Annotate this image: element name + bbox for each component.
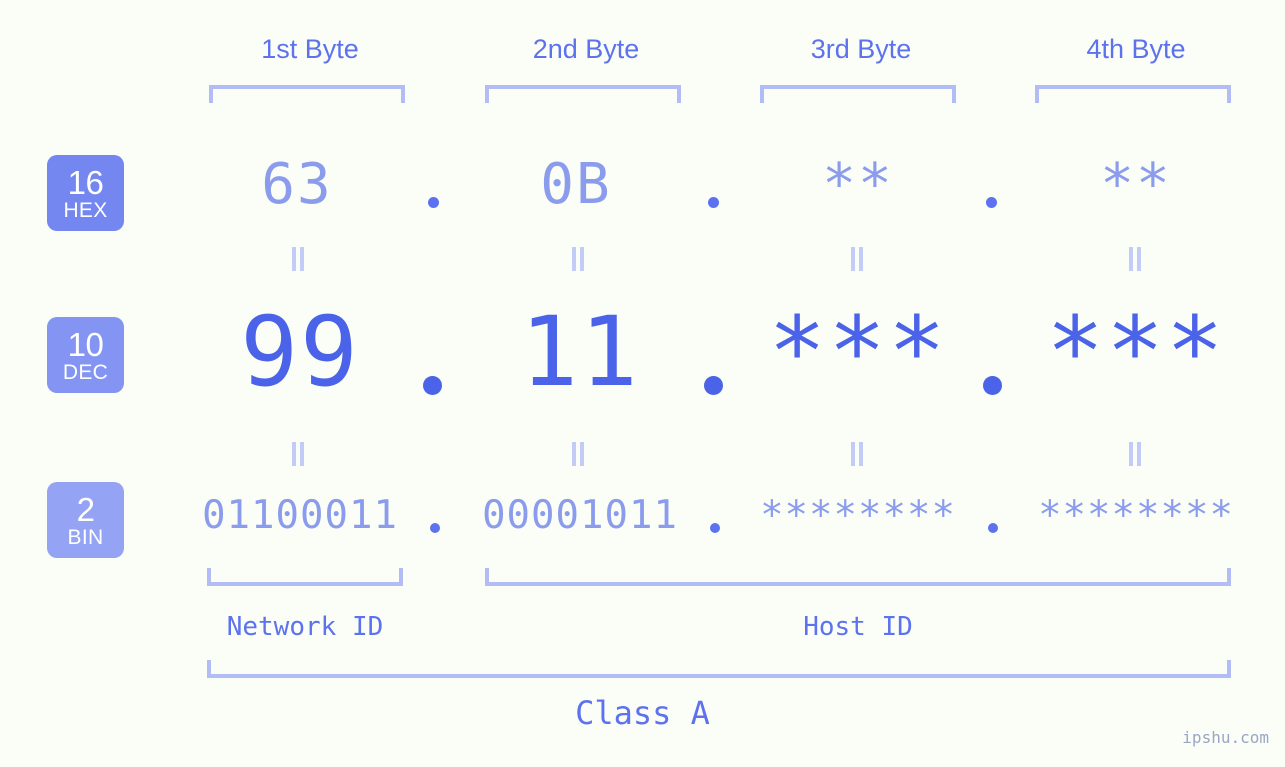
dec-dot-2 — [704, 376, 723, 395]
hex-dot-2 — [708, 197, 719, 208]
hex-dot-3 — [986, 197, 997, 208]
base-badge-dec-number: 10 — [67, 325, 104, 363]
base-badge-bin-abbr: BIN — [67, 525, 104, 549]
dec-byte-3: *** — [768, 296, 948, 408]
ip-address-breakdown-diagram: 1st Byte 2nd Byte 3rd Byte 4th Byte 16 H… — [0, 0, 1285, 767]
byte-header-4: 4th Byte — [1086, 34, 1186, 64]
equals-sign-hex-dec-2 — [569, 247, 587, 271]
base-badge-hex: 16 HEX — [47, 155, 124, 231]
bin-dot-2 — [710, 523, 720, 533]
equals-sign-hex-dec-4 — [1126, 247, 1144, 271]
bin-byte-2: 00001011 — [482, 493, 678, 538]
base-badge-hex-abbr: HEX — [63, 198, 108, 222]
site-watermark: ipshu.com — [1182, 728, 1269, 747]
bin-byte-4: ******** — [1038, 493, 1234, 538]
base-badge-dec: 10 DEC — [47, 317, 124, 393]
network-id-bracket — [207, 568, 403, 586]
byte-bracket-1 — [209, 85, 405, 103]
base-badge-bin-number: 2 — [76, 490, 95, 528]
dec-byte-4: *** — [1046, 296, 1226, 408]
bin-dot-3 — [988, 523, 998, 533]
byte-bracket-3 — [760, 85, 956, 103]
bin-byte-1: 01100011 — [202, 493, 398, 538]
byte-header-3: 3rd Byte — [810, 34, 912, 64]
equals-sign-dec-bin-4 — [1126, 442, 1144, 466]
equals-sign-dec-bin-1 — [289, 442, 307, 466]
equals-sign-dec-bin-2 — [569, 442, 587, 466]
hex-byte-4: ** — [1100, 152, 1172, 217]
byte-bracket-4 — [1035, 85, 1231, 103]
class-bracket — [207, 660, 1231, 678]
equals-sign-hex-dec-1 — [289, 247, 307, 271]
hex-byte-2: 0B — [540, 152, 612, 217]
base-badge-dec-abbr: DEC — [62, 360, 109, 384]
hex-byte-3: ** — [822, 152, 894, 217]
dec-dot-3 — [983, 376, 1002, 395]
byte-header-2: 2nd Byte — [532, 34, 640, 64]
dec-byte-2: 11 — [520, 296, 640, 408]
dec-byte-1: 99 — [240, 296, 360, 408]
equals-sign-hex-dec-3 — [848, 247, 866, 271]
host-id-label: Host ID — [803, 612, 913, 642]
bin-byte-3: ******** — [760, 493, 956, 538]
host-id-bracket — [485, 568, 1231, 586]
dec-dot-1 — [423, 376, 442, 395]
hex-byte-1: 63 — [261, 152, 333, 217]
base-badge-hex-number: 16 — [67, 163, 104, 201]
hex-dot-1 — [428, 197, 439, 208]
network-id-label: Network ID — [226, 612, 384, 642]
bin-dot-1 — [430, 523, 440, 533]
equals-sign-dec-bin-3 — [848, 442, 866, 466]
byte-bracket-2 — [485, 85, 681, 103]
class-label: Class A — [575, 694, 710, 732]
byte-header-1: 1st Byte — [261, 34, 359, 64]
base-badge-bin: 2 BIN — [47, 482, 124, 558]
